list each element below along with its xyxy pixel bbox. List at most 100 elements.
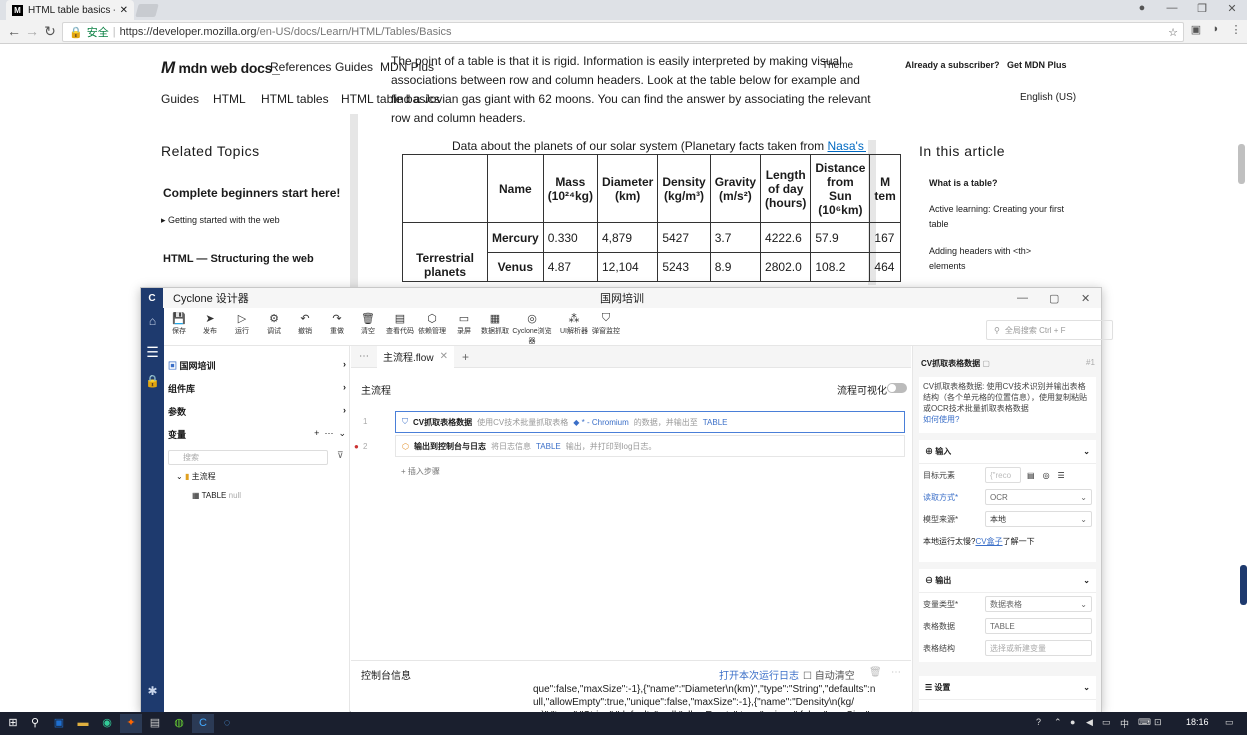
cyclone-taskbar-icon[interactable]: C	[192, 714, 214, 733]
mdn-logo[interactable]: M mdn web docs_	[161, 58, 280, 78]
url-field[interactable]: 🔒 安全 | https://developer.mozilla.org/en-…	[62, 22, 1184, 42]
output-section-header[interactable]: ⊖ 输出 ⌄	[919, 569, 1096, 593]
breakpoint-icon[interactable]: ●	[354, 442, 359, 451]
maximize-icon[interactable]: ▢	[1049, 292, 1059, 305]
step-console-log[interactable]: ⬡ 输出到控制台与日志 将日志信息 TABLE 输出，并打印到log日志。	[395, 435, 905, 457]
reload-icon[interactable]: ↻	[41, 23, 59, 40]
cv-box-link[interactable]: CV盒子	[975, 536, 1002, 547]
sidebar-section-beginners[interactable]: Complete beginners start here!	[163, 186, 340, 200]
tab-close-icon[interactable]: ✕	[120, 5, 128, 16]
popup-monitor-button[interactable]: ⛉ 弹窗监控	[591, 312, 621, 336]
ime-label[interactable]: 中	[1120, 717, 1129, 730]
help-icon[interactable]: ?	[1036, 717, 1041, 727]
restore-icon[interactable]: ❐	[1192, 2, 1212, 15]
tree-root[interactable]: ⌄ ▮ 主流程	[176, 471, 216, 482]
variables-section[interactable]: 变量 + ⋯ ⌄	[168, 428, 346, 441]
new-tab-button[interactable]	[135, 4, 159, 17]
breadcrumb-guides[interactable]: Guides	[161, 92, 199, 106]
dependency-button[interactable]: ⬡ 依赖管理	[417, 312, 447, 336]
minimize-icon[interactable]: —	[1017, 292, 1028, 304]
step-cv-table[interactable]: ⛉ CV抓取表格数据 使用CV技术批量抓取表格 ◆ * - Chromium 的数…	[395, 411, 905, 433]
visualize-toggle[interactable]	[887, 383, 907, 393]
nav-references[interactable]: References	[270, 60, 331, 74]
network-icon[interactable]: ▭	[1102, 717, 1111, 728]
close-icon[interactable]: ✕	[1081, 292, 1090, 305]
get-mdn-plus-link[interactable]: Get MDN Plus	[1007, 60, 1067, 70]
notes-icon[interactable]: ▤	[144, 714, 166, 733]
lock-icon[interactable]: 🔒	[141, 374, 164, 388]
run-button[interactable]: ▷ 运行	[227, 312, 257, 336]
filter-icon[interactable]: ⊽	[337, 450, 344, 461]
input-section-header[interactable]: ⊕ 输入 ⌄	[919, 440, 1096, 464]
minimize-icon[interactable]: —	[1162, 2, 1182, 14]
publish-button[interactable]: ➤ 发布	[195, 312, 225, 336]
nav-guides[interactable]: Guides	[335, 60, 373, 74]
sidebar-section-html[interactable]: HTML — Structuring the web	[163, 253, 314, 265]
extension-icon[interactable]: ▣	[1187, 23, 1205, 36]
trash-icon[interactable]: 🗑	[869, 667, 882, 678]
tab-main-flow[interactable]: 主流程.flow ✕	[377, 345, 454, 368]
home-icon[interactable]: ⌂	[141, 314, 164, 328]
sidebar-item-getting-started[interactable]: ▸ Getting started with the web	[161, 215, 280, 226]
outlook-icon[interactable]: ▣	[48, 714, 70, 733]
clock[interactable]: 18:16	[1186, 717, 1209, 727]
breadcrumb-html-tables[interactable]: HTML tables	[261, 92, 329, 106]
cyclone-browser-button[interactable]: ◎ Cyclone浏览器	[512, 312, 552, 346]
help-link[interactable]: 如何使用?	[923, 415, 959, 424]
notification-icon[interactable]: ▭	[1225, 717, 1234, 728]
settings-icon[interactable]: ✱	[141, 684, 164, 698]
tray-up-icon[interactable]: ⌃	[1054, 717, 1062, 728]
redo-button[interactable]: ↷ 重做	[322, 312, 352, 336]
toc-item-adding-headers[interactable]: Adding headers with <th> elements	[929, 244, 1069, 274]
data-scrape-button[interactable]: ▦ 数据抓取	[480, 312, 510, 336]
global-search-input[interactable]: ⚲ 全局搜索 Ctrl + F	[986, 320, 1113, 340]
undo-button[interactable]: ↶ 撤销	[290, 312, 320, 336]
menu-icon[interactable]: ⋮	[1227, 23, 1245, 36]
nasa-link[interactable]: Nasa's Plane	[828, 139, 866, 153]
app-icon[interactable]: ✦	[120, 714, 142, 733]
table-struct-field[interactable]: 选择或新建变量	[985, 640, 1092, 656]
settings-section-header[interactable]: ☰ 设置 ⌄	[919, 676, 1096, 700]
add-step-button[interactable]: + 插入步骤	[401, 466, 440, 477]
windows-start-icon[interactable]: ⊞	[2, 714, 24, 733]
read-mode-select[interactable]: OCR ⌄	[985, 489, 1092, 505]
wechat-icon[interactable]: ◍	[168, 714, 190, 733]
var-type-select[interactable]: 数据表格 ⌄	[985, 596, 1092, 612]
components-section[interactable]: 组件库 ›	[168, 382, 346, 395]
back-icon[interactable]: ←	[5, 23, 23, 39]
toc-item-active-learning[interactable]: Active learning: Creating your first tab…	[929, 202, 1069, 232]
forward-icon[interactable]: →	[23, 23, 41, 39]
target-icon[interactable]: ◎	[1043, 471, 1050, 480]
element-picker-icon[interactable]: ▤	[1027, 471, 1035, 480]
add-tab-icon[interactable]: +	[462, 350, 469, 364]
more-icon[interactable]: ⋯	[891, 667, 901, 678]
model-source-select[interactable]: 本地 ⌄	[985, 511, 1092, 527]
browser-tab[interactable]: M HTML table basics - Lea ✕	[6, 0, 134, 20]
clear-button[interactable]: 🗑 清空	[353, 312, 383, 336]
subscriber-link[interactable]: Already a subscriber?	[905, 60, 1000, 70]
save-button[interactable]: 💾 保存	[164, 312, 194, 336]
volume-icon[interactable]: ◀	[1086, 717, 1093, 728]
close-icon[interactable]: ✕	[1222, 2, 1242, 15]
table-data-field[interactable]: TABLE	[985, 618, 1092, 634]
chrome-icon[interactable]: ◌	[216, 714, 238, 733]
menu-icon[interactable]: ☰	[1058, 471, 1065, 480]
explorer-icon[interactable]: ▬	[72, 714, 94, 733]
target-element-field[interactable]: {"reco	[985, 467, 1021, 483]
autoclear-checkbox[interactable]: ☐ 自动清空	[803, 667, 855, 682]
ui-parser-button[interactable]: ⁂ UI解析器	[559, 312, 589, 336]
more-icon[interactable]: ⋯	[359, 351, 369, 362]
profile-icon[interactable]: ●	[1132, 2, 1152, 14]
view-code-button[interactable]: ▤ 查看代码	[385, 312, 415, 336]
extension2-icon[interactable]: ◗	[1207, 23, 1225, 35]
page-scrollbar[interactable]	[1238, 144, 1245, 184]
open-log-link[interactable]: 打开本次运行日志	[719, 667, 799, 682]
search-icon[interactable]: ⚲	[24, 714, 46, 733]
params-section[interactable]: 参数 ›	[168, 405, 346, 418]
side-handle[interactable]	[1240, 565, 1247, 605]
record-button[interactable]: ▭ 录屏	[449, 312, 479, 336]
lang-icon[interactable]: ⊡	[1154, 717, 1162, 728]
bookmark-star-icon[interactable]: ☆	[1168, 26, 1178, 39]
language-select[interactable]: English (US)	[1020, 92, 1076, 103]
project-section[interactable]: ▣ 国网培训 ›	[168, 359, 346, 372]
